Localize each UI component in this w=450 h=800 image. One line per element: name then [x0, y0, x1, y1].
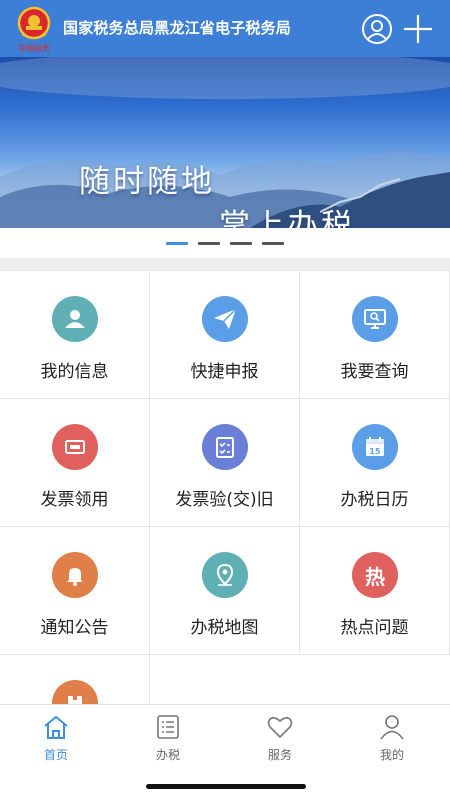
carousel-dot[interactable] — [166, 241, 188, 245]
tab-home[interactable]: 首页 — [0, 705, 112, 775]
heart-icon — [267, 717, 293, 739]
carousel-dot[interactable] — [262, 241, 284, 245]
grid-item-invoice-verify[interactable]: 发票验(交)旧 — [150, 399, 299, 526]
hot-glyph: 热 — [365, 564, 385, 589]
grid-item-notices[interactable]: 通知公告 — [0, 527, 149, 654]
list-icon — [157, 715, 179, 739]
grid-item-partial[interactable] — [0, 655, 149, 704]
carousel-dot[interactable] — [198, 241, 220, 245]
banner-slogan-line2: 掌上办税 — [219, 208, 355, 228]
grid-item-label: 我的信息 — [40, 362, 109, 382]
tab-label: 我的 — [379, 748, 404, 762]
calendar-day-text: 15 — [369, 447, 381, 456]
grid-item-label: 办税地图 — [190, 618, 259, 638]
person-icon — [52, 296, 98, 342]
function-grid: 我的信息 快捷申报 我要查询 发票领用 发票验(交)旧 15 办税日历 通知公告… — [0, 270, 450, 704]
user-circle-icon[interactable] — [361, 13, 393, 45]
grid-item-tax-calendar[interactable]: 15 办税日历 — [300, 399, 449, 526]
grid-item-invoice-apply[interactable]: 发票领用 — [0, 399, 149, 526]
tax-emblem-icon: 中国税务 — [17, 6, 51, 53]
grid-empty-space — [150, 655, 450, 704]
grid-item-tax-map[interactable]: 办税地图 — [150, 527, 299, 654]
carousel-dot[interactable] — [230, 241, 252, 245]
section-divider — [0, 258, 450, 270]
hot-topic-icon: 热 — [352, 552, 398, 598]
grid-item-query[interactable]: 我要查询 — [300, 271, 449, 398]
checklist-icon — [202, 424, 248, 470]
tab-mine[interactable]: 我的 — [336, 705, 448, 775]
grid-item-hot-topics[interactable]: 热 热点问题 — [300, 527, 449, 654]
bell-icon — [52, 552, 98, 598]
grid-item-label: 热点问题 — [340, 618, 409, 638]
grid-item-label: 通知公告 — [40, 618, 109, 638]
grid-item-quick-declare[interactable]: 快捷申报 — [150, 271, 299, 398]
map-pin-icon — [202, 552, 248, 598]
monitor-search-icon — [352, 296, 398, 342]
invoice-card-icon — [52, 424, 98, 470]
grid-item-label: 发票验(交)旧 — [175, 490, 274, 510]
partial-orange-icon — [52, 680, 98, 704]
grid-item-label: 办税日历 — [340, 490, 409, 510]
home-indicator[interactable] — [146, 784, 306, 789]
paper-plane-icon — [202, 296, 248, 342]
tab-label: 首页 — [43, 748, 68, 762]
grid-item-label: 快捷申报 — [190, 362, 259, 382]
tab-tax[interactable]: 办税 — [112, 705, 224, 775]
plus-icon[interactable] — [402, 13, 434, 45]
home-icon — [44, 715, 68, 739]
carousel-indicator — [0, 228, 450, 258]
banner-slogan-line1: 随时随地 — [79, 164, 215, 200]
app-title: 国家税务总局黑龙江省电子税务局 — [63, 19, 292, 37]
app-header: 中国税务 国家税务总局黑龙江省电子税务局 — [0, 0, 450, 57]
grid-item-my-info[interactable]: 我的信息 — [0, 271, 149, 398]
calendar-icon: 15 — [352, 424, 398, 470]
tab-service[interactable]: 服务 — [224, 705, 336, 775]
tab-label: 服务 — [267, 748, 292, 762]
grid-item-label: 我要查询 — [340, 362, 409, 382]
logo-text: 中国税务 — [18, 43, 50, 53]
tab-label: 办税 — [155, 748, 180, 762]
person-outline-icon — [380, 715, 404, 740]
promo-banner[interactable]: 随时随地 掌上办税 — [0, 57, 450, 228]
grid-item-label: 发票领用 — [40, 490, 109, 510]
